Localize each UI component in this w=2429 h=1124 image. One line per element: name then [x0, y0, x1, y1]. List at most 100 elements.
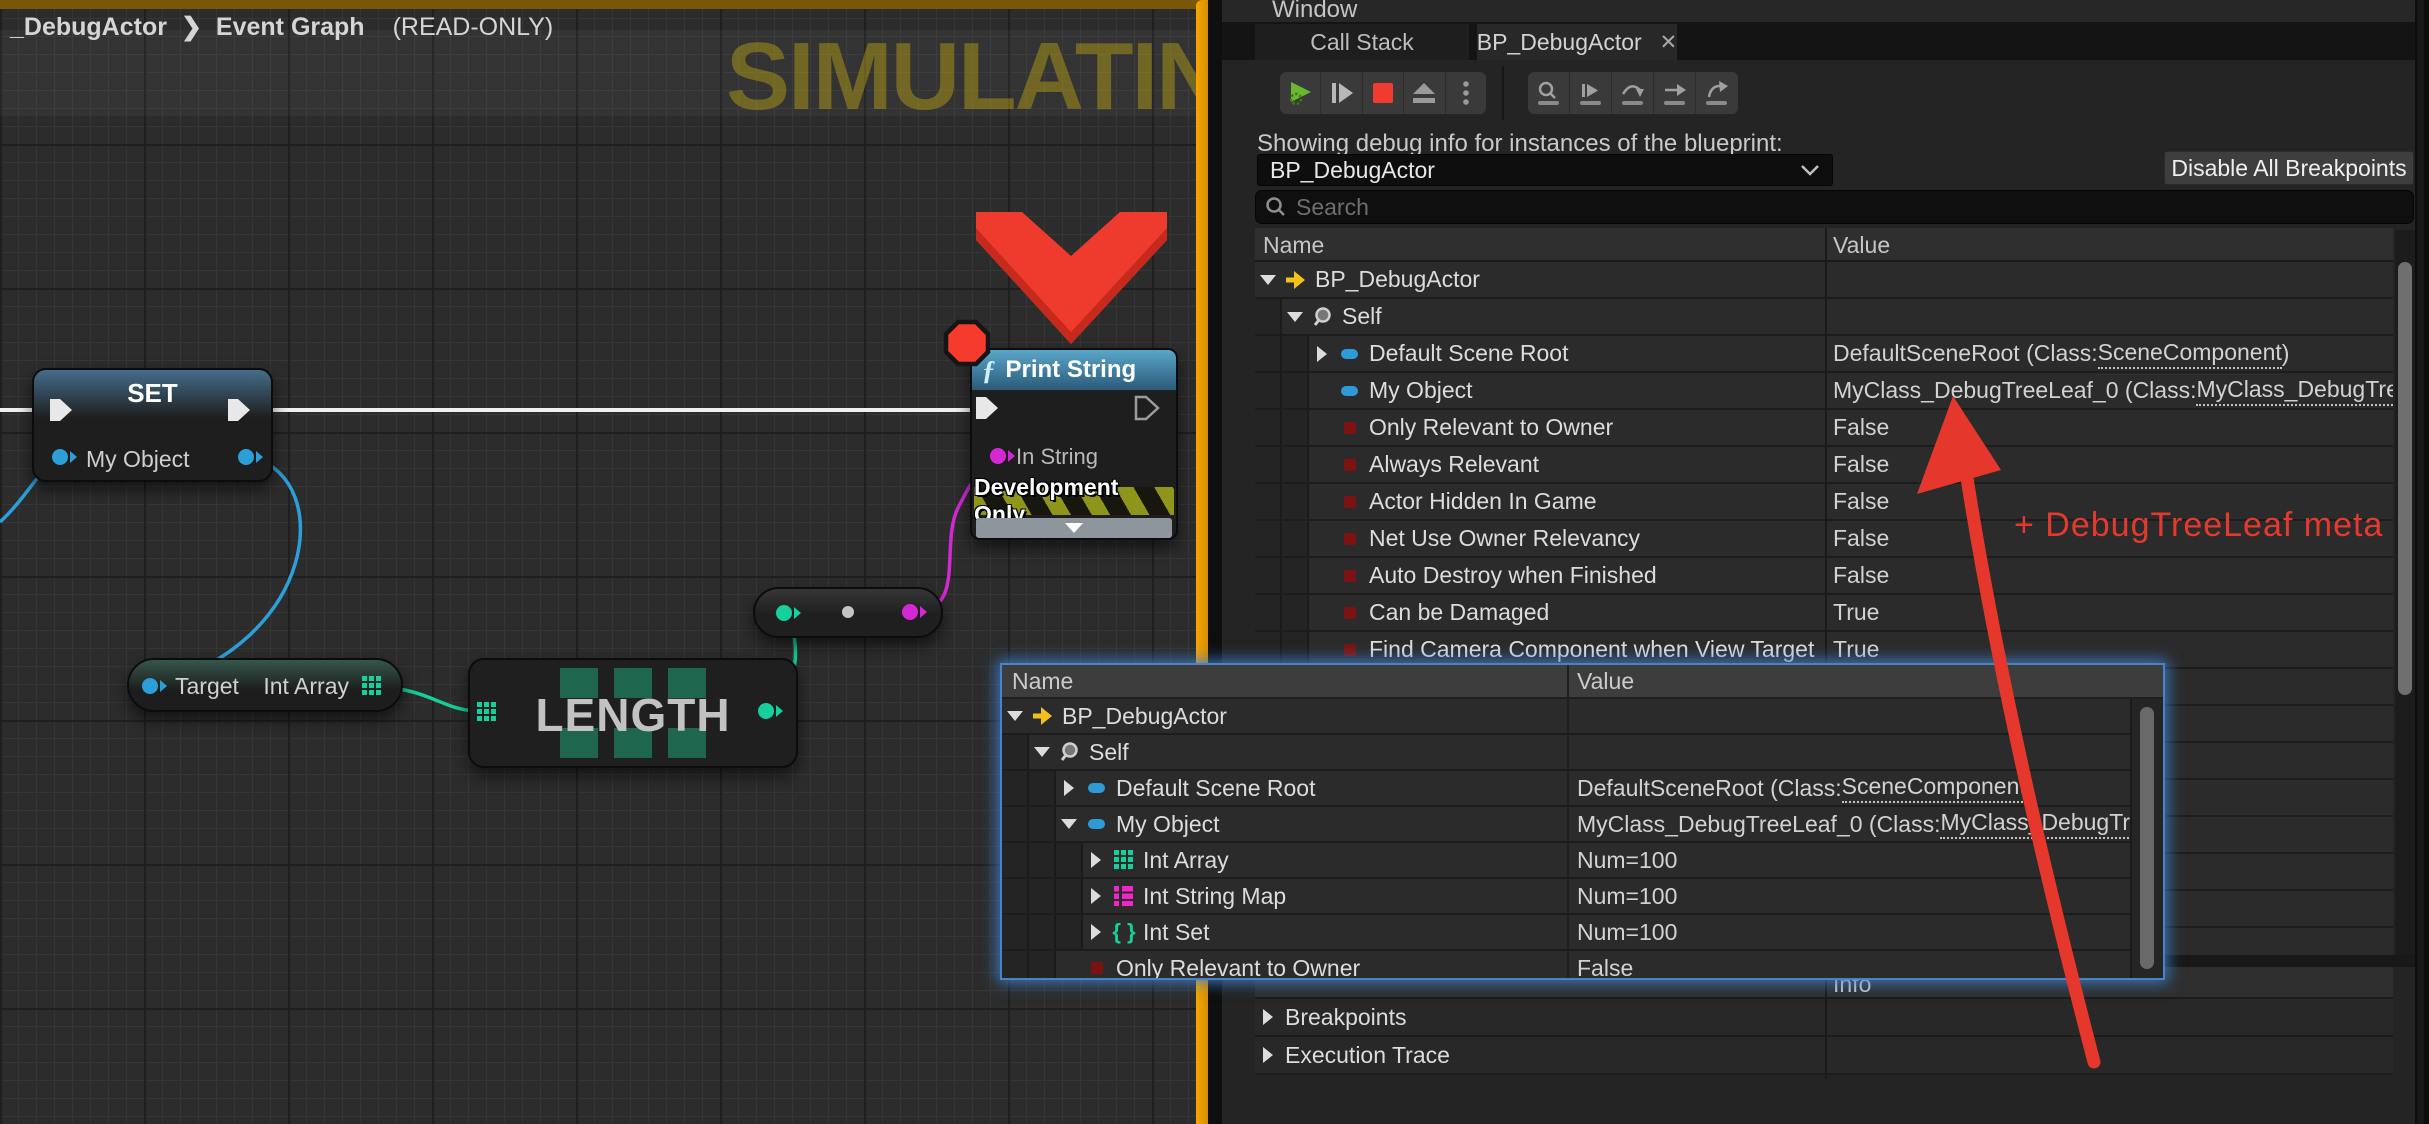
int-array-out-pin[interactable] [362, 676, 381, 695]
breakpoint-icon[interactable] [946, 322, 988, 364]
row-name: Breakpoints [1281, 999, 1406, 1035]
value-column-header: Value [1577, 668, 1634, 695]
set-myobject-in-pin[interactable] [52, 449, 68, 465]
table-row[interactable]: Can be DamagedTrue [1255, 595, 2393, 632]
step-out-icon[interactable] [1696, 72, 1737, 114]
stop-icon[interactable] [1363, 72, 1404, 114]
execution-pointer-chevron [976, 212, 1167, 344]
expander-right-icon[interactable] [1255, 1037, 1281, 1073]
value-column-header[interactable]: Value [1833, 232, 1890, 259]
table-row[interactable]: Int String MapNum=100 [1002, 879, 2130, 915]
table-row[interactable]: Auto Destroy when FinishedFalse [1255, 558, 2393, 595]
table-row[interactable]: Self [1255, 299, 2393, 336]
indent-guide [1255, 299, 1282, 334]
table-row[interactable]: Default Scene RootDefaultSceneRoot (Clas… [1002, 771, 2130, 807]
table-row[interactable]: Only Relevant to Owner False [1255, 410, 2393, 447]
expander-right-icon[interactable] [1083, 915, 1109, 949]
menu-window[interactable]: Window [1272, 0, 1357, 22]
eject-icon[interactable] [1404, 72, 1445, 114]
step-over-icon[interactable] [1612, 72, 1654, 114]
table-row[interactable]: BP_DebugActor [1002, 699, 2130, 735]
tab-bp-debugactor[interactable]: BP_DebugActor ✕ [1477, 24, 1677, 60]
blueprint-dropdown[interactable]: BP_DebugActor [1257, 154, 1833, 186]
search-input[interactable] [1294, 193, 2332, 222]
table-row[interactable]: Int ArrayNum=100 [1002, 843, 2130, 879]
disable-all-breakpoints-button[interactable]: Disable All Breakpoints [2164, 151, 2414, 185]
indent-guide [1282, 521, 1309, 556]
tab-label: BP_DebugActor [1477, 29, 1642, 56]
table-row[interactable]: { }Int SetNum=100 [1002, 915, 2130, 951]
expander-spacer [1309, 447, 1335, 482]
column-divider[interactable] [1825, 967, 1827, 1079]
resume-icon[interactable] [1280, 72, 1321, 114]
expander-down-icon[interactable] [1255, 262, 1281, 297]
indent-guide [1002, 879, 1029, 913]
search-box[interactable] [1255, 190, 2414, 224]
frame-skip-icon[interactable] [1321, 72, 1362, 114]
bool-icon [1335, 595, 1365, 630]
toolbar-group [1528, 72, 1738, 114]
row-value: False [1833, 558, 1889, 593]
tab-call-stack[interactable]: Call Stack [1255, 24, 1469, 60]
expander-down-icon[interactable] [1029, 735, 1055, 769]
expander-right-icon[interactable] [1255, 999, 1281, 1035]
set-exec-in-pin[interactable] [50, 399, 72, 421]
expander-spacer [1309, 373, 1335, 408]
set-myobject-out-pin[interactable] [238, 449, 254, 465]
table-row[interactable]: Always RelevantFalse [1255, 447, 2393, 484]
popup-scrollbar-track[interactable] [2130, 699, 2163, 978]
step-icon[interactable] [1654, 72, 1696, 114]
table-row[interactable]: My ObjectMyClass_DebugTreeLeaf_0 (Class:… [1255, 373, 2393, 410]
row-name: Only Relevant to Owner [1365, 410, 1613, 445]
find-node-icon[interactable] [1528, 72, 1570, 114]
row-value: False [1833, 410, 1889, 445]
indent-guide [1002, 807, 1029, 841]
conv-out-pin[interactable] [902, 604, 918, 620]
class-link[interactable]: SceneComponent [2098, 339, 2282, 369]
table-row[interactable]: BP_DebugActor [1255, 262, 2393, 299]
popup-scrollbar-thumb[interactable] [2140, 707, 2154, 969]
close-icon[interactable]: ✕ [1660, 30, 1678, 55]
table-row[interactable]: Self [1002, 735, 2130, 771]
bp-arrow-icon [1028, 699, 1058, 733]
value-text: DefaultSceneRoot (Class: [1833, 340, 2098, 367]
table-row[interactable]: Only Relevant to OwnerFalse [1002, 951, 2130, 978]
table-row[interactable]: Default Scene RootDefaultSceneRoot (Clas… [1255, 336, 2393, 373]
expander-right-icon[interactable] [1083, 879, 1109, 913]
value-text: False [1833, 488, 1889, 515]
expander-down-icon[interactable] [1282, 299, 1308, 334]
table-row[interactable]: Execution Trace [1255, 1037, 2393, 1075]
debug-tooltip-window: Name Value BP_DebugActorSelfDefault Scen… [1000, 663, 2165, 980]
value-text: Num=100 [1577, 919, 1677, 946]
expander-right-icon[interactable] [1309, 336, 1335, 371]
set-icon: { } [1109, 915, 1139, 949]
class-link[interactable]: MyClass_DebugTreeLeaf [2196, 376, 2393, 406]
class-link[interactable]: MyClass_DebugTreeLeaf [1940, 809, 2130, 839]
bool-icon [1335, 521, 1365, 556]
step-into-icon[interactable] [1570, 72, 1612, 114]
length-out-pin[interactable] [758, 703, 774, 719]
table-row[interactable]: Breakpoints [1255, 999, 2393, 1037]
name-column-header[interactable]: Name [1263, 232, 1324, 259]
class-link[interactable]: SceneComponent [1842, 773, 2026, 803]
print-exec-out-pin[interactable] [1136, 397, 1158, 419]
print-exec-in-pin[interactable] [976, 397, 998, 419]
set-exec-out-pin[interactable] [228, 399, 250, 421]
expander-right-icon[interactable] [1056, 771, 1082, 805]
target-in-pin[interactable] [142, 678, 158, 694]
expander-right-icon[interactable] [1083, 843, 1109, 877]
conv-in-pin[interactable] [776, 605, 792, 621]
scrollbar-thumb[interactable] [2398, 262, 2412, 695]
table-row[interactable]: My ObjectMyClass_DebugTreeLeaf_0 (Class:… [1002, 807, 2130, 843]
length-array-in-pin[interactable] [477, 702, 496, 721]
more-options-icon[interactable] [1446, 72, 1486, 114]
popup-table-header: Name Value [1002, 665, 2163, 699]
toolbar-group [1280, 72, 1486, 114]
indent-guide [1282, 484, 1309, 519]
expander-down-icon[interactable] [1002, 699, 1028, 733]
expander-spacer [1309, 410, 1335, 445]
value-text: True [1833, 599, 1879, 626]
row-name: BP_DebugActor [1058, 699, 1227, 733]
expander-down-icon[interactable] [1056, 807, 1082, 841]
in-string-pin[interactable] [990, 448, 1006, 464]
